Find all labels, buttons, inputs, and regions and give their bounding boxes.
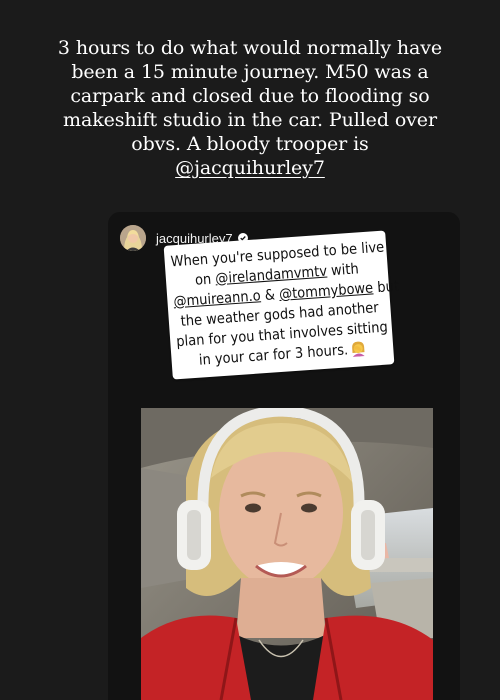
person-with-headphones-in-car-icon bbox=[141, 408, 433, 700]
caption-line-1: 3 hours to do what would normally have bbox=[57, 37, 443, 59]
text-sticker: When you're supposed to be live on @irel… bbox=[163, 230, 399, 380]
caption-line-5: obvs. A bloody trooper is bbox=[131, 133, 369, 155]
caption-line-2: been a 15 minute journey. M50 was a bbox=[71, 61, 429, 83]
sticker-line-3-mid: & bbox=[260, 286, 280, 305]
sticker-line-2-suffix: with bbox=[326, 261, 360, 280]
story-caption: 3 hours to do what would normally have b… bbox=[20, 36, 480, 180]
caption-mention-link[interactable]: @jacquihurley7 bbox=[175, 157, 325, 179]
shared-post-video[interactable] bbox=[141, 408, 433, 700]
sticker-line-2-prefix: on bbox=[194, 271, 216, 289]
caption-line-4: makeshift studio in the car. Pulled over bbox=[63, 109, 437, 131]
caption-line-3: carpark and closed due to flooding so bbox=[70, 85, 430, 107]
profile-avatar-icon[interactable] bbox=[120, 225, 146, 251]
woman-facepalming-emoji-icon bbox=[351, 341, 365, 357]
story-screen: 3 hours to do what would normally have b… bbox=[0, 0, 500, 700]
sticker-line-3-suffix: but bbox=[372, 278, 400, 297]
